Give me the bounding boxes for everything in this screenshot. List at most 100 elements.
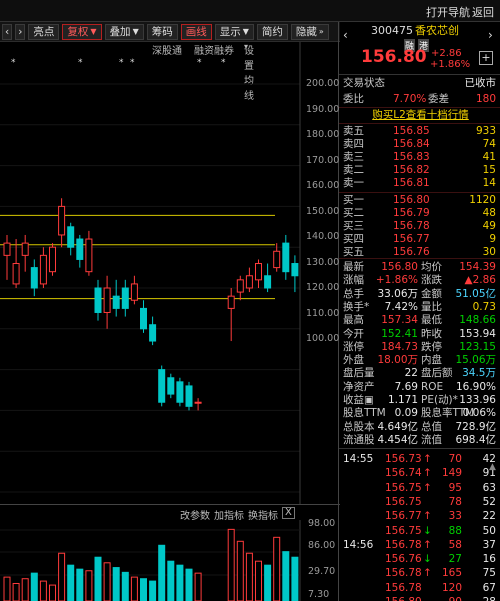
stat-label: 盘后量 — [343, 367, 375, 380]
volume-bar[interactable] — [76, 568, 84, 601]
candle[interactable] — [21, 234, 29, 272]
stat-value: 0.06% — [462, 407, 496, 420]
volume-bar[interactable] — [121, 571, 129, 601]
volume-bar[interactable] — [245, 552, 253, 601]
candle[interactable] — [121, 279, 129, 317]
volume-bar[interactable] — [112, 567, 120, 601]
bid-row[interactable]: 买三 156.78 49 — [343, 220, 498, 233]
candle[interactable] — [76, 234, 84, 268]
candle[interactable] — [167, 373, 175, 399]
candle[interactable] — [282, 234, 290, 280]
l2-banner[interactable]: 购买L2查看十档行情 — [343, 109, 498, 122]
candle[interactable] — [130, 275, 138, 305]
volume-bar[interactable] — [3, 576, 11, 601]
candle[interactable] — [3, 234, 11, 280]
volume-bar[interactable] — [130, 576, 138, 601]
candle[interactable] — [149, 316, 157, 346]
volume-chart[interactable] — [0, 520, 338, 601]
candle[interactable] — [255, 259, 262, 288]
volume-bar[interactable] — [255, 560, 262, 601]
ask-row-volume: 14 — [482, 177, 496, 189]
tick-volume: 33 — [448, 510, 462, 523]
volume-bar[interactable] — [264, 564, 272, 601]
prev-stock-icon[interactable]: ‹ — [343, 28, 348, 42]
ask-row-price: 156.82 — [393, 164, 430, 176]
ask-row[interactable]: 卖二 156.82 15 — [343, 164, 498, 177]
volume-bar[interactable] — [30, 572, 38, 601]
volume-bar[interactable] — [273, 536, 281, 601]
volume-bar[interactable] — [227, 528, 235, 601]
candle[interactable] — [158, 365, 166, 407]
bid-row-label: 买三 — [343, 220, 364, 232]
open-nav-link[interactable]: 打开导航 — [426, 4, 470, 20]
candle[interactable] — [291, 255, 299, 293]
volume-bar[interactable] — [94, 556, 102, 601]
volume-tick: 29.70 — [308, 566, 336, 577]
bid-row[interactable]: 买二 156.79 48 — [343, 207, 498, 220]
volume-bar[interactable] — [167, 560, 175, 601]
close-indicator-icon[interactable]: X — [282, 507, 295, 519]
ask-row[interactable]: 卖五 156.85 933 — [343, 125, 498, 138]
simple-button[interactable]: 简约 — [256, 23, 288, 40]
candle[interactable] — [39, 247, 47, 288]
candle[interactable] — [103, 275, 111, 329]
ask-row[interactable]: 卖一 156.81 14 — [343, 177, 498, 190]
candle[interactable] — [194, 398, 202, 411]
candle[interactable] — [112, 279, 120, 317]
candle[interactable] — [49, 243, 56, 276]
candle[interactable] — [245, 267, 253, 293]
candle[interactable] — [67, 222, 75, 256]
next-stock-icon[interactable]: › — [488, 28, 493, 42]
bid-row[interactable]: 买四 156.77 9 — [343, 233, 498, 246]
volume-bar[interactable] — [85, 570, 93, 601]
volume-bar[interactable] — [282, 551, 290, 601]
volume-bar[interactable] — [291, 556, 299, 601]
candle[interactable] — [58, 198, 66, 248]
candle[interactable] — [85, 230, 93, 276]
volume-bar[interactable] — [12, 582, 20, 601]
add-watchlist-button[interactable]: + — [479, 51, 493, 65]
stat-row: 股息TTM 0.09 股息率TTM 0.06% — [343, 407, 498, 420]
bid-row[interactable]: 买一 156.80 1120 — [343, 194, 498, 207]
tick-count: 67 — [482, 581, 496, 594]
nav-back-button[interactable]: ‹ — [2, 23, 13, 40]
draw-line-button[interactable]: 画线 — [180, 23, 212, 40]
simple-label: 简约 — [261, 26, 283, 38]
candle[interactable] — [94, 279, 102, 321]
hide-button[interactable]: 隐藏» — [290, 23, 329, 40]
volume-bar[interactable] — [140, 578, 147, 601]
volume-bar[interactable] — [194, 572, 202, 601]
ask-row[interactable]: 卖三 156.83 41 — [343, 151, 498, 164]
candlestick-chart[interactable] — [0, 42, 338, 504]
candle[interactable] — [227, 288, 235, 342]
volume-bar[interactable] — [185, 568, 193, 601]
candle[interactable] — [264, 263, 272, 293]
volume-bar[interactable] — [21, 578, 29, 601]
candle[interactable] — [236, 275, 244, 301]
ask-row[interactable]: 卖四 156.84 74 — [343, 138, 498, 151]
scroll-up-icon[interactable]: ▲ — [489, 462, 496, 472]
candle[interactable] — [185, 381, 193, 411]
adjust-dropdown[interactable]: 复权 ▼ — [62, 23, 102, 40]
candle[interactable] — [176, 377, 184, 407]
highlight-button[interactable]: 亮点 — [28, 23, 60, 40]
volume-bar[interactable] — [49, 584, 56, 601]
tick-volume: 88 — [448, 524, 462, 537]
order-ratio-row: 委比 7.70% 委差 180 — [343, 93, 498, 106]
candle[interactable] — [140, 300, 147, 333]
volume-bar[interactable] — [149, 580, 157, 601]
volume-bar[interactable] — [176, 564, 184, 601]
volume-bar[interactable] — [103, 562, 111, 601]
candle[interactable] — [30, 259, 38, 297]
chips-button[interactable]: 筹码 — [146, 23, 178, 40]
nav-forward-button[interactable]: › — [15, 23, 26, 40]
volume-bar[interactable] — [67, 564, 75, 601]
volume-bar[interactable] — [236, 540, 244, 601]
candle[interactable] — [12, 239, 20, 288]
volume-bar[interactable] — [39, 580, 47, 601]
back-link[interactable]: 返回 — [472, 4, 494, 20]
volume-bar[interactable] — [58, 552, 66, 601]
overlay-dropdown[interactable]: 叠加 ▼ — [104, 23, 144, 40]
volume-bar[interactable] — [158, 544, 166, 601]
display-dropdown[interactable]: 显示 ▼ — [214, 23, 254, 40]
